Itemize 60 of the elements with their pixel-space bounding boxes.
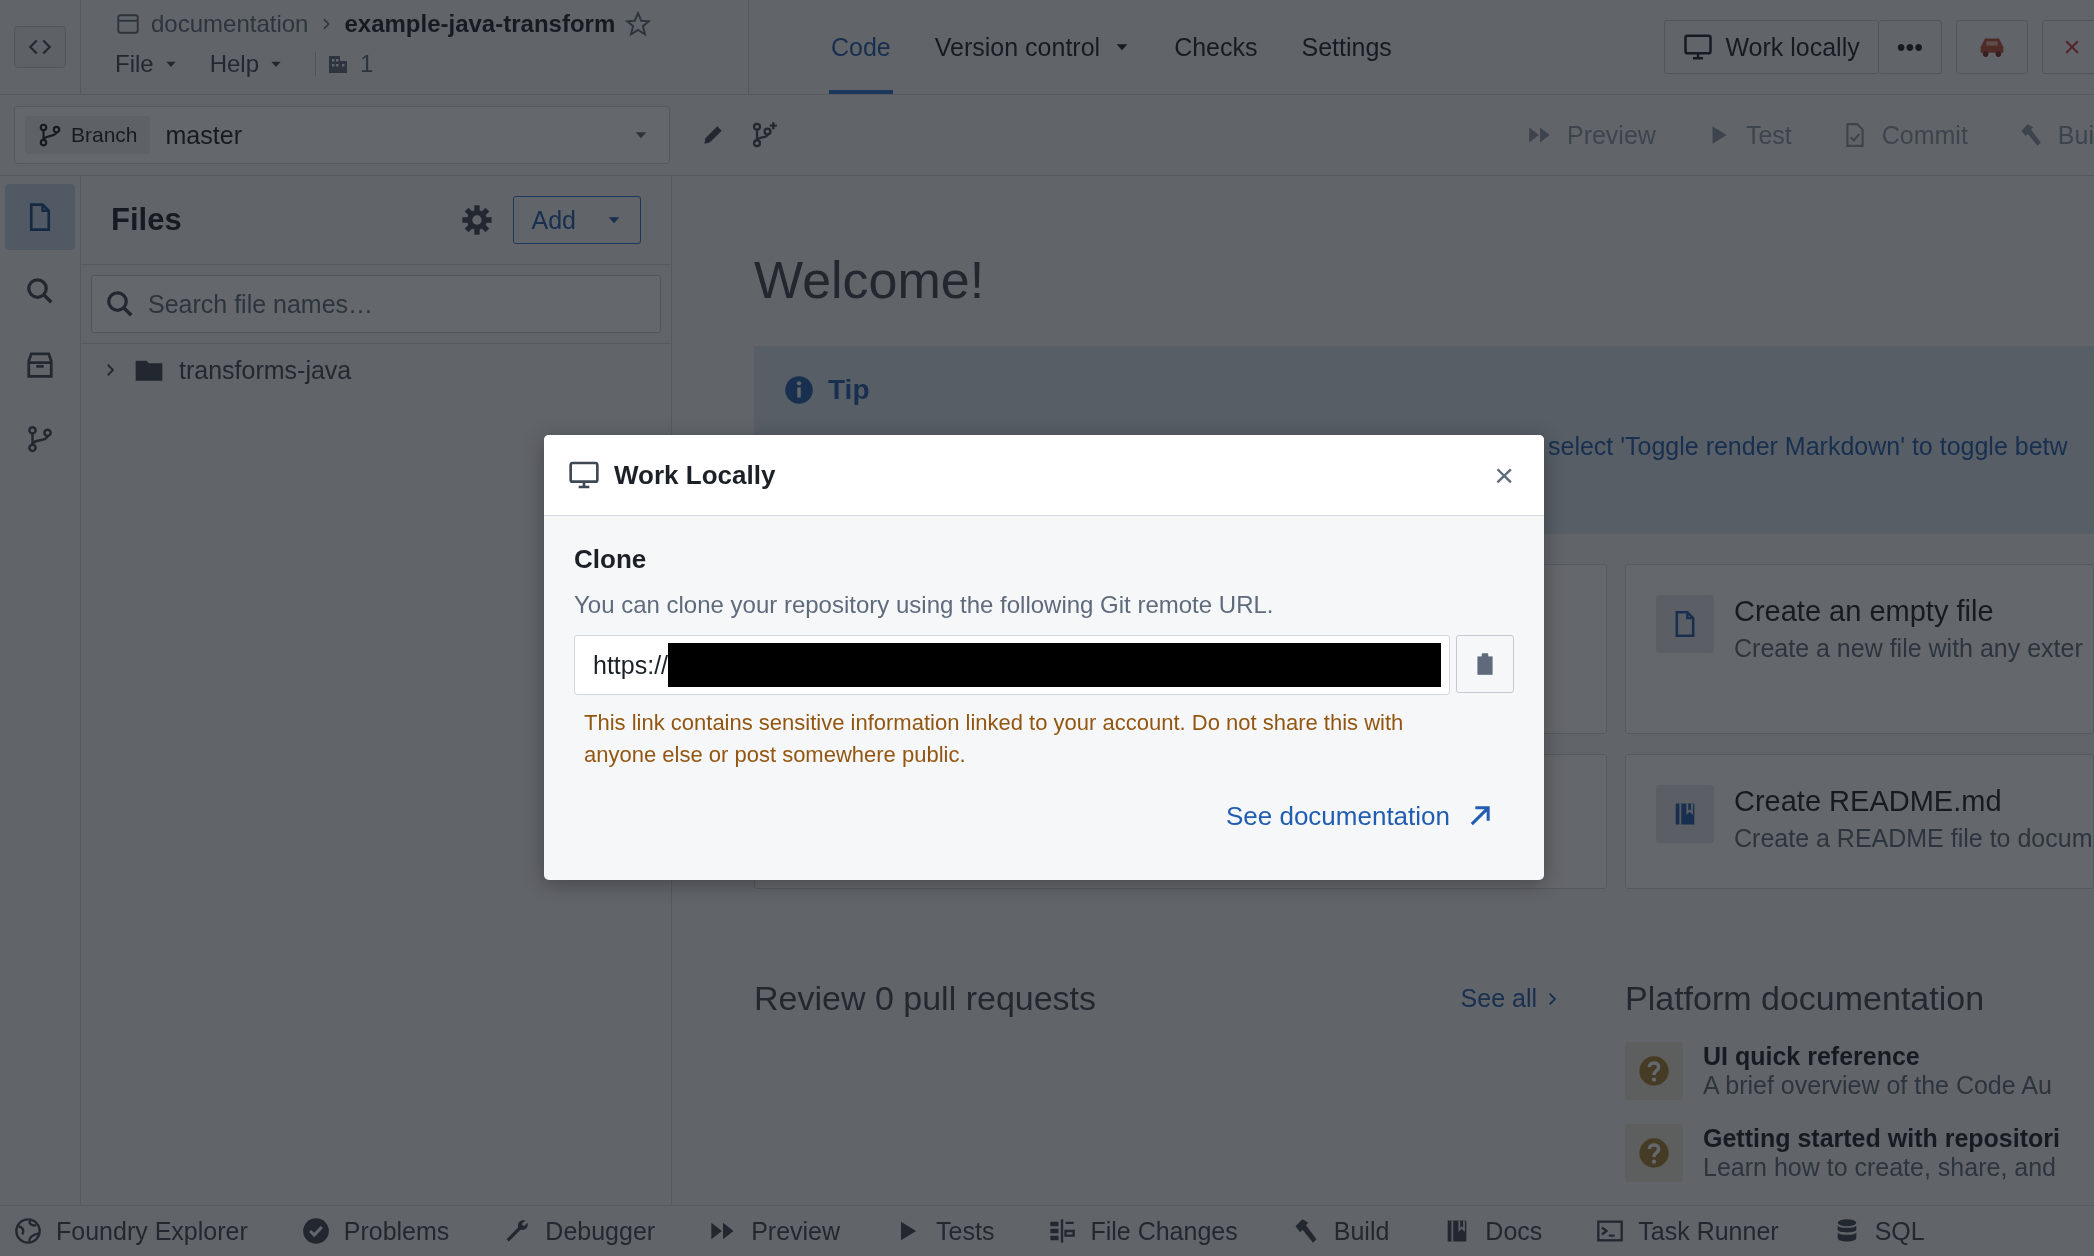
add-button[interactable]: Add bbox=[512, 196, 641, 244]
menu-button[interactable]: Help bbox=[209, 50, 306, 78]
nav-tab[interactable]: Version control bbox=[932, 0, 1133, 94]
question-icon bbox=[1625, 1042, 1683, 1100]
question-icon bbox=[1625, 1124, 1683, 1182]
copy-button[interactable] bbox=[1456, 635, 1514, 693]
monitor-icon bbox=[1683, 32, 1714, 62]
bottom-panel-tab[interactable]: Preview bbox=[709, 1216, 841, 1246]
breadcrumb-item[interactable]: example-java-transform bbox=[344, 10, 616, 38]
search-icon bbox=[25, 276, 55, 306]
nav-tab[interactable]: Checks bbox=[1172, 0, 1260, 94]
info-icon bbox=[784, 375, 814, 405]
bottom-panel-tab[interactable]: SQL bbox=[1832, 1216, 1925, 1246]
new-branch-button[interactable] bbox=[750, 121, 778, 149]
section-title: Review 0 pull requests bbox=[754, 979, 1098, 1018]
git-branch-icon bbox=[25, 424, 55, 454]
dialog-title: Work Locally bbox=[614, 459, 777, 491]
section-title: Platform documentation bbox=[1625, 979, 1986, 1018]
file-icon bbox=[1656, 595, 1714, 653]
see-all-link[interactable]: See all bbox=[1454, 983, 1567, 1014]
url-field[interactable]: https:// bbox=[574, 635, 1450, 695]
nav-tab[interactable]: Settings bbox=[1299, 0, 1394, 94]
monitor-icon bbox=[568, 459, 600, 491]
bottom-panel-tab[interactable]: Task Runner bbox=[1596, 1216, 1779, 1246]
app-logo[interactable] bbox=[14, 26, 66, 68]
git-branch-icon bbox=[37, 122, 63, 148]
settings-button[interactable] bbox=[460, 204, 493, 236]
panel-title: Files bbox=[111, 202, 183, 238]
section-heading: Clone bbox=[574, 544, 648, 575]
bottom-panel-tab[interactable]: Docs bbox=[1443, 1216, 1543, 1246]
branch-name: master bbox=[165, 120, 243, 150]
tip-title: Tip bbox=[828, 374, 870, 406]
search-icon bbox=[105, 289, 135, 319]
branch-selector[interactable]: Branch master bbox=[14, 106, 670, 164]
branch-label: Branch bbox=[71, 123, 138, 147]
welcome-heading: Welcome! bbox=[754, 250, 986, 310]
warning-text: This link contains sensitive information linked to your account. Do not share this with anyone else or post somewhere public. bbox=[584, 709, 1405, 769]
bottom-panel-tab[interactable]: Build bbox=[1291, 1216, 1390, 1246]
bottom-panel-tab[interactable]: Foundry Explorer bbox=[14, 1216, 248, 1246]
bottom-panel-tab[interactable]: Problems bbox=[301, 1216, 450, 1246]
check-circle-icon bbox=[301, 1217, 330, 1245]
sidebar-tab[interactable] bbox=[5, 184, 75, 250]
file-changes-icon bbox=[1048, 1217, 1077, 1245]
star-icon bbox=[625, 11, 652, 37]
bottom-panel-tab[interactable]: Tests bbox=[894, 1216, 995, 1246]
more-button[interactable]: ••• bbox=[1878, 20, 1942, 74]
close-button[interactable]: × bbox=[2042, 20, 2094, 74]
documentation-link[interactable]: See documentation bbox=[1225, 800, 1514, 832]
repository-icon bbox=[115, 11, 141, 37]
globe-icon bbox=[14, 1217, 42, 1245]
book-icon bbox=[1656, 785, 1714, 843]
bottom-panel-tab[interactable]: File Changes bbox=[1048, 1216, 1238, 1246]
tree-item[interactable]: transforms-java bbox=[179, 355, 352, 385]
work-locally-button[interactable]: Work locally bbox=[1664, 20, 1879, 74]
description-text: You can clone your repository using the following Git remote URL. bbox=[574, 591, 1275, 619]
menu-button[interactable]: File bbox=[115, 50, 200, 78]
archive-box-icon bbox=[25, 350, 55, 380]
car-button[interactable] bbox=[1956, 20, 2028, 74]
bottom-panel-tab[interactable]: Debugger bbox=[503, 1216, 656, 1246]
close-button[interactable]: × bbox=[1490, 455, 1518, 495]
